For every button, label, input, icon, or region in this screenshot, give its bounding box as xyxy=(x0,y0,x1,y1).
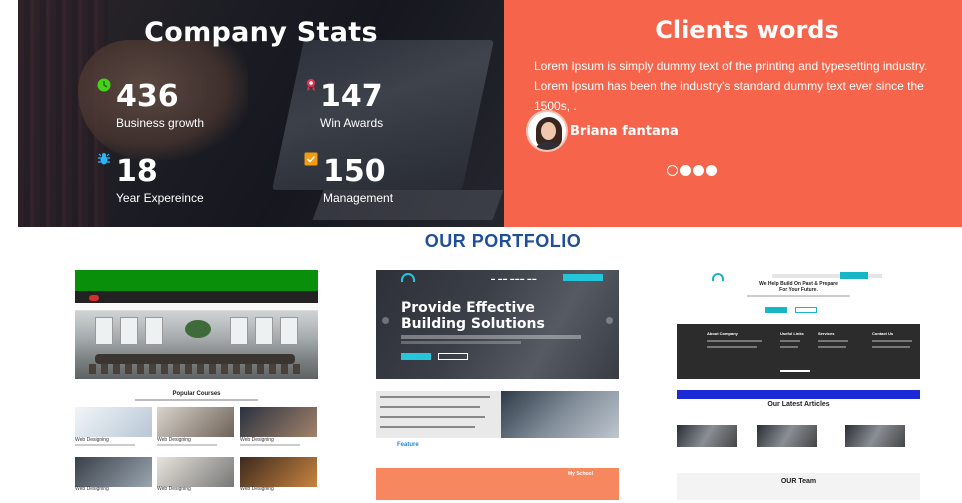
course-card-image xyxy=(75,457,152,487)
thumb-team-title: OUR Team xyxy=(780,478,817,485)
course-card-label: Web Designing xyxy=(240,437,274,443)
course-card-label: Web Designing xyxy=(240,486,274,492)
carousel-dot-2[interactable] xyxy=(680,165,691,176)
carousel-indicators xyxy=(667,165,717,176)
stat-management: 150 Management xyxy=(323,154,394,206)
course-card-image xyxy=(240,407,317,437)
course-card-label: Web Designing xyxy=(75,486,109,492)
award-icon xyxy=(307,79,315,91)
thumb-section-title: Our Latest Articles xyxy=(767,401,830,408)
checkbox-icon xyxy=(304,152,318,166)
stat-label: Management xyxy=(323,191,394,205)
thumb-logo xyxy=(401,273,415,282)
company-stats-section: Company Stats 436 Business growth 147 Wi… xyxy=(18,0,504,227)
portfolio-title: OUR PORTFOLIO xyxy=(424,231,582,251)
stat-label: Business growth xyxy=(116,116,205,130)
portfolio-item-building[interactable]: ▬ ▬▬ ▬▬▬ ▬▬ Provide Effective Building S… xyxy=(376,270,619,500)
stat-value: 18 xyxy=(116,154,158,189)
stat-value: 147 xyxy=(320,79,383,114)
thumb-topbar xyxy=(75,291,318,303)
thumb-nav xyxy=(75,303,318,311)
stat-win-awards: 147 Win Awards xyxy=(320,79,384,131)
course-card-image xyxy=(240,457,317,487)
article-image xyxy=(845,425,905,447)
thumb-logo xyxy=(89,295,99,301)
thumb-headline: We Help Build On Past & Prepare For Your… xyxy=(759,281,838,293)
thumb-section-title: Popular Courses xyxy=(172,391,221,397)
thumb-headline: Provide Effective Building Solutions xyxy=(401,300,545,332)
bug-icon xyxy=(98,153,110,165)
thumb-section-title: Feature xyxy=(397,442,419,448)
stat-year-experience: 18 Year Expereince xyxy=(116,154,204,206)
course-card-label: Web Designing xyxy=(157,437,191,443)
thumb-header-bar xyxy=(75,270,318,291)
thumb-logo xyxy=(712,273,724,281)
page: Company Stats 436 Business growth 147 Wi… xyxy=(0,0,962,503)
portfolio-item-courses[interactable]: Popular Courses Web Designing Web Design… xyxy=(75,270,318,500)
carousel-dot-1[interactable] xyxy=(667,165,678,176)
client-avatar xyxy=(526,110,568,152)
clients-words-section: Clients words Lorem Ipsum is simply dumm… xyxy=(504,0,962,227)
stat-business-growth: 436 Business growth xyxy=(116,79,205,131)
article-image xyxy=(757,425,817,447)
clients-title: Clients words xyxy=(655,16,839,44)
stat-value: 150 xyxy=(323,154,386,189)
course-card-image xyxy=(157,457,234,487)
client-name: Briana fantana xyxy=(570,124,679,139)
course-card-label: Web Designing xyxy=(75,437,109,443)
thumb-nav: ▬ ▬▬ ▬▬▬ ▬▬ xyxy=(491,276,538,281)
stat-label: Win Awards xyxy=(320,116,384,130)
stat-label: Year Expereince xyxy=(116,191,204,205)
stats-title: Company Stats xyxy=(144,17,378,48)
thumb-topbar xyxy=(677,390,920,399)
article-image xyxy=(677,425,737,447)
growth-icon xyxy=(97,78,111,92)
course-card-image xyxy=(157,407,234,437)
carousel-dot-3[interactable] xyxy=(693,165,704,176)
course-card-label: Web Designing xyxy=(157,486,191,492)
course-card-image xyxy=(75,407,152,437)
portfolio-item-construction[interactable]: We Help Build On Past & Prepare For Your… xyxy=(677,270,920,500)
carousel-dot-4[interactable] xyxy=(706,165,717,176)
stat-value: 436 xyxy=(116,79,179,114)
testimonial-text: Lorem Ipsum is simply dummy text of the … xyxy=(534,59,928,113)
